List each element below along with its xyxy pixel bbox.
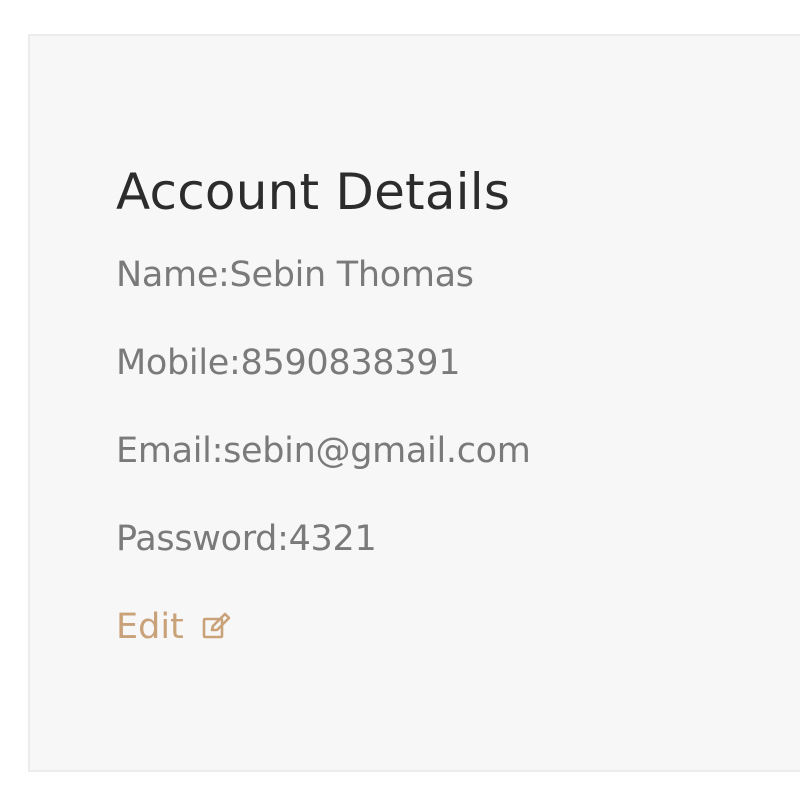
account-mobile: Mobile:8590838391 — [116, 343, 461, 383]
account-password: Password:4321 — [116, 519, 377, 559]
account-details-content: Account Details Name:Sebin Thomas Mobile… — [116, 164, 531, 647]
account-name: Name:Sebin Thomas — [116, 255, 474, 295]
edit-link[interactable]: Edit — [116, 607, 232, 647]
page-title: Account Details — [116, 163, 511, 221]
edit-icon — [202, 612, 231, 639]
edit-label: Edit — [116, 607, 184, 647]
account-email: Email:sebin@gmail.com — [116, 431, 531, 471]
account-details-card: Account Details Name:Sebin Thomas Mobile… — [28, 34, 800, 772]
